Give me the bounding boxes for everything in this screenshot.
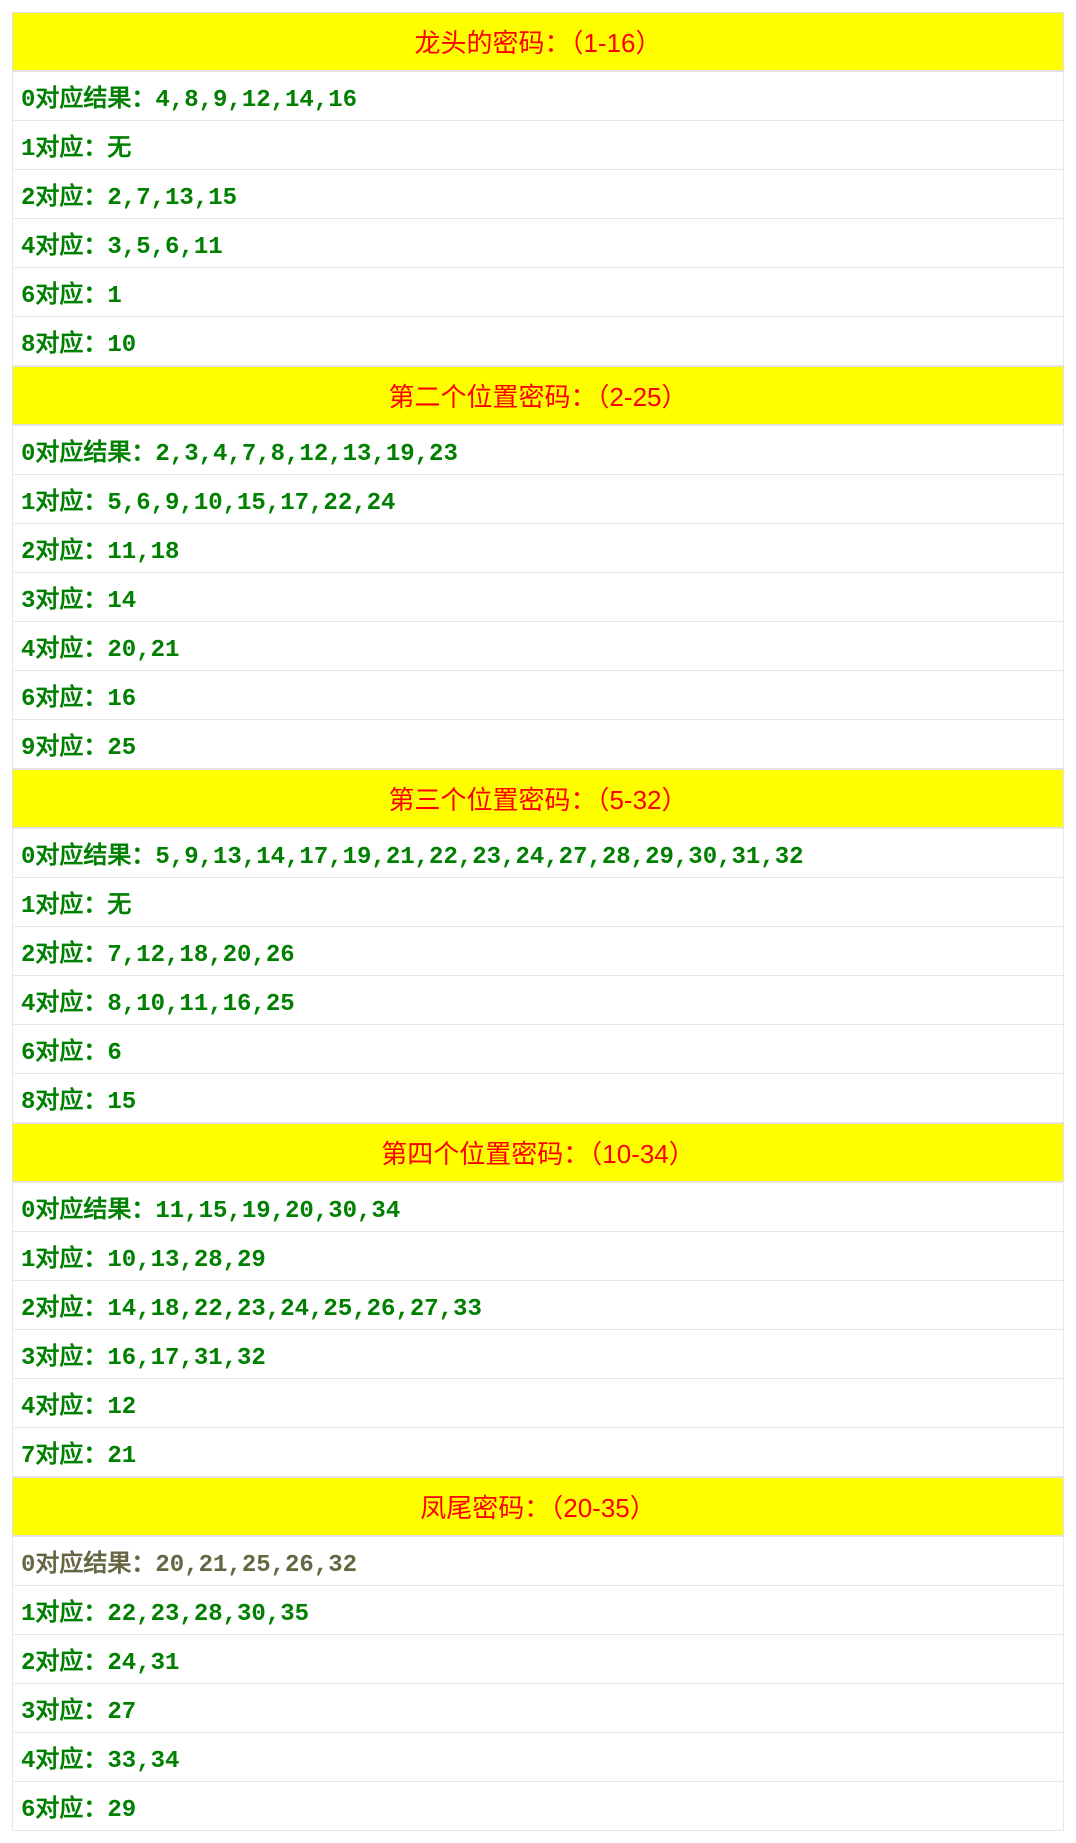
data-row: 2对应：11,18 (12, 524, 1064, 573)
data-row: 4对应：3,5,6,11 (12, 219, 1064, 268)
data-row: 2对应：14,18,22,23,24,25,26,27,33 (12, 1281, 1064, 1330)
data-row: 1对应：5,6,9,10,15,17,22,24 (12, 475, 1064, 524)
data-row: 0对应结果：2,3,4,7,8,12,13,19,23 (12, 425, 1064, 475)
data-row: 4对应：12 (12, 1379, 1064, 1428)
data-row: 3对应：14 (12, 573, 1064, 622)
data-row: 0对应结果：20,21,25,26,32 (12, 1536, 1064, 1586)
data-row: 2对应：24,31 (12, 1635, 1064, 1684)
data-row: 8对应：15 (12, 1074, 1064, 1123)
data-row: 4对应：33,34 (12, 1733, 1064, 1782)
data-row: 1对应：无 (12, 121, 1064, 170)
main-container: 龙头的密码：（1-16）0对应结果：4,8,9,12,14,161对应：无2对应… (0, 0, 1076, 1843)
data-row: 1对应：无 (12, 878, 1064, 927)
section-header: 凤尾密码：（20-35） (12, 1477, 1064, 1536)
section-header: 龙头的密码：（1-16） (12, 12, 1064, 71)
data-row: 6对应：1 (12, 268, 1064, 317)
data-row: 3对应：16,17,31,32 (12, 1330, 1064, 1379)
data-row: 4对应：8,10,11,16,25 (12, 976, 1064, 1025)
data-row: 2对应：2,7,13,15 (12, 170, 1064, 219)
data-row: 0对应结果：11,15,19,20,30,34 (12, 1182, 1064, 1232)
data-row: 1对应：10,13,28,29 (12, 1232, 1064, 1281)
data-row: 4对应：20,21 (12, 622, 1064, 671)
data-row: 7对应：21 (12, 1428, 1064, 1477)
data-row: 6对应：29 (12, 1782, 1064, 1831)
data-row: 2对应：7,12,18,20,26 (12, 927, 1064, 976)
section-header: 第二个位置密码：（2-25） (12, 366, 1064, 425)
data-row: 0对应结果：4,8,9,12,14,16 (12, 71, 1064, 121)
data-row: 9对应：25 (12, 720, 1064, 769)
data-row: 6对应：16 (12, 671, 1064, 720)
section-header: 第三个位置密码：（5-32） (12, 769, 1064, 828)
data-row: 1对应：22,23,28,30,35 (12, 1586, 1064, 1635)
section-header: 第四个位置密码：（10-34） (12, 1123, 1064, 1182)
data-row: 0对应结果：5,9,13,14,17,19,21,22,23,24,27,28,… (12, 828, 1064, 878)
data-row: 8对应：10 (12, 317, 1064, 366)
data-row: 3对应：27 (12, 1684, 1064, 1733)
data-row: 6对应：6 (12, 1025, 1064, 1074)
